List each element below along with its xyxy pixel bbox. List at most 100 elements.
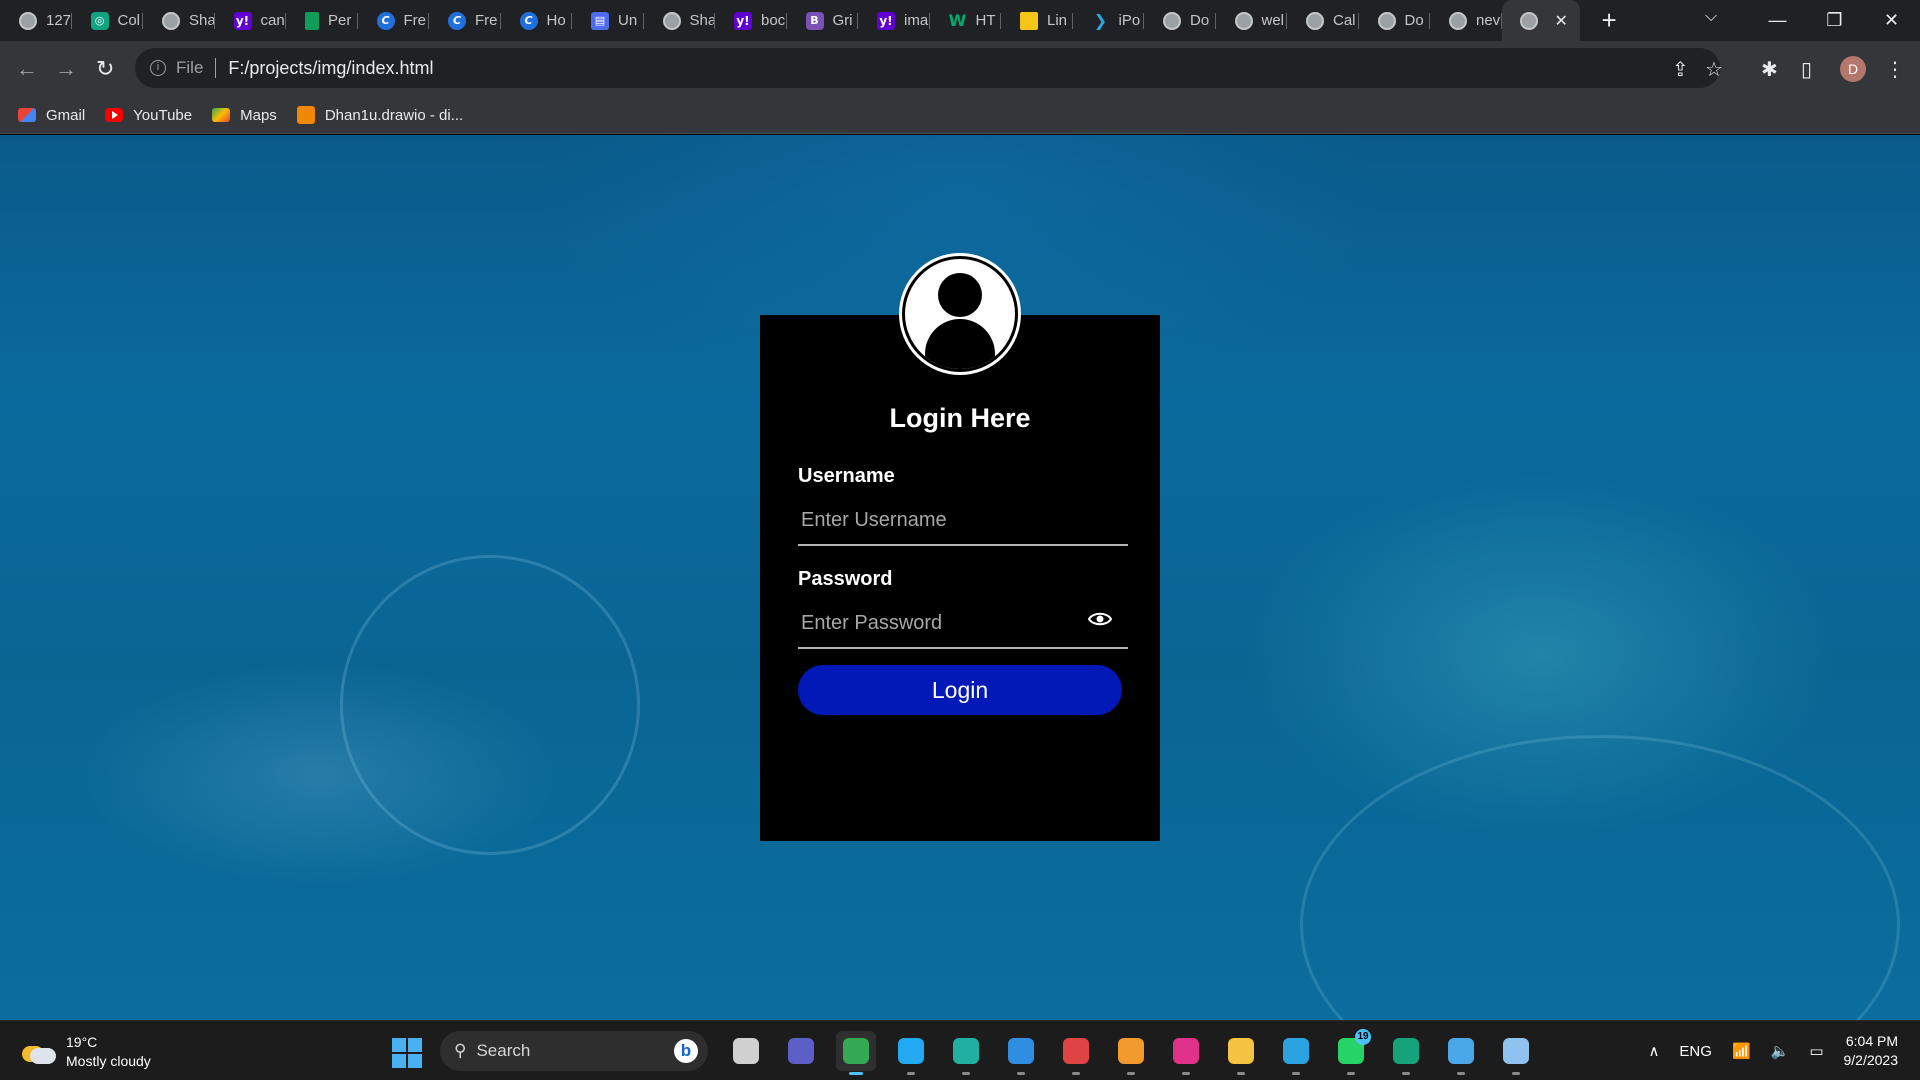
running-indicator bbox=[1512, 1072, 1520, 1075]
bing-icon[interactable]: b bbox=[674, 1039, 698, 1063]
close-tab-icon[interactable]: ✕ bbox=[1555, 11, 1568, 31]
taskbar-app[interactable] bbox=[1441, 1031, 1481, 1075]
back-button[interactable]: ← bbox=[16, 56, 38, 82]
browser-tab[interactable]: ▤ Un bbox=[572, 0, 644, 41]
taskbar-app[interactable]: 19 bbox=[1331, 1029, 1371, 1075]
edge-icon bbox=[953, 1038, 979, 1064]
weather-temperature: 19°C bbox=[66, 1034, 98, 1050]
taskbar-app[interactable] bbox=[836, 1031, 876, 1075]
document-icon: ▤ bbox=[591, 11, 609, 30]
tab-label: Un bbox=[618, 12, 638, 29]
globe-icon bbox=[19, 11, 37, 30]
tab-search-chevron-icon[interactable]: ⌵ bbox=[1705, 8, 1717, 26]
taskbar-app[interactable] bbox=[1386, 1031, 1426, 1075]
yahoo-icon: y! bbox=[877, 11, 895, 30]
browser-tab[interactable]: nev bbox=[1430, 0, 1502, 41]
browser-tab[interactable]: Do bbox=[1359, 0, 1431, 41]
tab-label: Col bbox=[117, 12, 141, 29]
browser-tab[interactable]: y! can bbox=[215, 0, 287, 41]
username-input[interactable] bbox=[798, 496, 1128, 546]
tab-label: iPo bbox=[1118, 12, 1141, 29]
bookmark-item[interactable]: Gmail bbox=[18, 107, 85, 124]
tab-label: Sha bbox=[189, 12, 215, 29]
profile-avatar[interactable]: D bbox=[1840, 56, 1866, 82]
clock[interactable]: 6:04 PM 9/2/2023 bbox=[1844, 1032, 1899, 1070]
browser-tab[interactable]: C Fre bbox=[429, 0, 501, 41]
tab-label: Lin bbox=[1047, 12, 1068, 29]
login-card: Login Here Username Password Login bbox=[760, 253, 1160, 841]
browser-tab[interactable]: y! ima bbox=[858, 0, 930, 41]
running-indicator bbox=[962, 1072, 970, 1075]
bookmark-star-icon[interactable]: ☆ bbox=[1705, 57, 1723, 82]
login-button[interactable]: Login bbox=[798, 665, 1122, 715]
sheets-icon bbox=[305, 11, 319, 30]
login-title: Login Here bbox=[889, 403, 1031, 433]
globe-icon bbox=[1449, 11, 1467, 30]
taskbar-app[interactable] bbox=[1276, 1031, 1316, 1075]
task-view-icon bbox=[733, 1038, 759, 1064]
taskbar-app[interactable] bbox=[1056, 1031, 1096, 1075]
taskbar-app[interactable] bbox=[1111, 1031, 1151, 1075]
site-info-icon[interactable]: i bbox=[150, 60, 166, 76]
weather-widget[interactable]: 19°C Mostly cloudy bbox=[22, 1033, 151, 1071]
taskbar-app[interactable] bbox=[726, 1031, 766, 1071]
browser-tab[interactable]: W HT bbox=[930, 0, 1002, 41]
browser-tab[interactable]: y! boc bbox=[715, 0, 787, 41]
browser-tab[interactable]: Per bbox=[286, 0, 358, 41]
browser-tab[interactable]: ❯ iPo bbox=[1073, 0, 1145, 41]
language-indicator[interactable]: ENG bbox=[1679, 1043, 1712, 1060]
taskbar-app[interactable] bbox=[946, 1031, 986, 1075]
taskbar-app[interactable] bbox=[891, 1031, 931, 1075]
url-text[interactable]: F:/projects/img/index.html bbox=[228, 58, 433, 79]
browser-tab[interactable]: Do bbox=[1144, 0, 1216, 41]
taskbar-app[interactable] bbox=[1166, 1031, 1206, 1075]
reload-button[interactable]: ↻ bbox=[96, 56, 114, 82]
tab-active[interactable]: ✕ bbox=[1501, 0, 1580, 41]
restore-button[interactable]: ❐ bbox=[1806, 10, 1863, 31]
running-indicator bbox=[1017, 1072, 1025, 1075]
browser-tab[interactable]: ◎ Col bbox=[72, 0, 144, 41]
wifi-icon[interactable]: 📶 bbox=[1732, 1042, 1751, 1060]
windows-start-icon[interactable] bbox=[392, 1038, 422, 1068]
share-icon[interactable]: ⇪ bbox=[1672, 57, 1689, 82]
show-password-eye-icon[interactable] bbox=[1088, 607, 1112, 631]
bookmark-item[interactable]: Maps bbox=[212, 107, 277, 124]
tray-overflow-chevron-icon[interactable]: ∧ bbox=[1648, 1042, 1659, 1060]
new-tab-button[interactable]: + bbox=[1602, 5, 1617, 36]
bookmark-item[interactable]: YouTube bbox=[105, 107, 192, 124]
extensions-icon[interactable]: ✱ bbox=[1761, 57, 1778, 82]
yahoo-icon: y! bbox=[233, 11, 252, 30]
tab-label: Fre bbox=[403, 12, 427, 29]
running-indicator bbox=[1237, 1072, 1245, 1075]
browser-tab[interactable]: Sha bbox=[143, 0, 215, 41]
browser-tab[interactable]: C Ho bbox=[501, 0, 573, 41]
taskbar-app[interactable] bbox=[781, 1031, 821, 1071]
w3schools-icon: W bbox=[948, 11, 967, 30]
browser-tab[interactable]: C Fre bbox=[358, 0, 430, 41]
taskbar-search[interactable]: ⚲ Search b bbox=[440, 1031, 708, 1071]
taskbar-app[interactable] bbox=[1001, 1031, 1041, 1075]
globe-icon bbox=[662, 11, 681, 30]
volume-icon[interactable]: 🔈 bbox=[1771, 1042, 1790, 1060]
browser-tab[interactable]: 127 bbox=[0, 0, 72, 41]
browser-tab[interactable]: Sha bbox=[644, 0, 715, 41]
maps-icon bbox=[212, 108, 231, 122]
browser-tab[interactable]: Cal bbox=[1287, 0, 1359, 41]
forward-button[interactable]: → bbox=[55, 56, 77, 82]
taskbar-app[interactable] bbox=[1496, 1031, 1536, 1075]
address-bar[interactable]: i File F:/projects/img/index.html ⇪ ☆ bbox=[135, 48, 1723, 88]
paint-icon bbox=[1503, 1038, 1529, 1064]
browser-tab[interactable]: Lin bbox=[1001, 0, 1073, 41]
side-panel-icon[interactable]: ▯ bbox=[1801, 57, 1812, 82]
minimize-button[interactable]: — bbox=[1749, 10, 1806, 31]
canva-icon: C bbox=[519, 11, 538, 30]
bookmark-item[interactable]: Dhan1u.drawio - di... bbox=[296, 106, 463, 124]
close-window-button[interactable]: ✕ bbox=[1863, 10, 1920, 31]
clock-date: 9/2/2023 bbox=[1843, 1052, 1899, 1068]
password-input[interactable] bbox=[798, 599, 1128, 649]
browser-tab[interactable]: B Gri bbox=[787, 0, 859, 41]
taskbar-app[interactable] bbox=[1221, 1031, 1261, 1075]
browser-menu-icon[interactable]: ⋮ bbox=[1885, 57, 1905, 82]
browser-tab[interactable]: wel bbox=[1216, 0, 1288, 41]
battery-icon[interactable]: ▭ bbox=[1809, 1042, 1823, 1060]
